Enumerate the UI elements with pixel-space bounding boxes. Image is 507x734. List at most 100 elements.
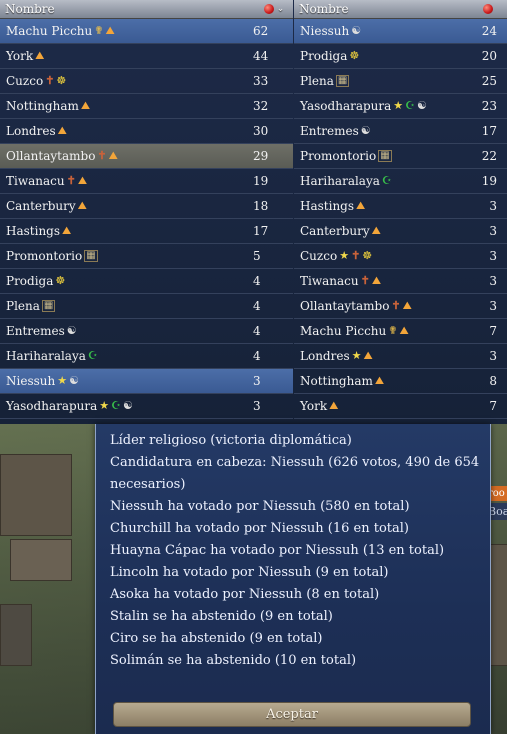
- table-row[interactable]: Yasodharapura ★ ☪ ☯ 23: [294, 94, 507, 119]
- city-name: Hastings: [300, 199, 355, 213]
- table-row[interactable]: Tiwanacu ✝ ⛰ 19: [0, 169, 293, 194]
- value-cell: 3: [253, 399, 261, 413]
- city-name-cell: Ollantaytambo ✝ ⛰: [294, 294, 469, 318]
- vote-line: Asoka ha votado por Niessuh (8 en total): [110, 587, 380, 602]
- city-name-cell: Entremes ☯: [294, 119, 469, 143]
- red-dot-icon: [263, 4, 274, 14]
- table-row[interactable]: Prodiga ☸ 4: [0, 269, 293, 294]
- city-name: Ollantaytambo: [300, 299, 390, 313]
- sort-control[interactable]: [469, 4, 507, 14]
- city-name: Ollantaytambo: [6, 149, 96, 163]
- value-cell: 3: [253, 374, 261, 388]
- value-cell: 3: [489, 249, 497, 263]
- table-row[interactable]: Hastings ⛰ 17: [0, 219, 293, 244]
- city-name: Prodiga: [300, 49, 348, 63]
- value-cell: 44: [253, 49, 269, 63]
- table-row[interactable]: Ollantaytambo ✝ ⛰ 3: [294, 294, 507, 319]
- city-name-cell: Canterbury ⛰: [294, 219, 469, 243]
- value-cell: 4: [253, 349, 261, 363]
- vote-line: Lincoln ha votado por Niessuh (9 en tota…: [110, 565, 389, 580]
- hinduism-icon: ⛰: [77, 174, 88, 187]
- table-row[interactable]: Tiwanacu ✝ ⛰ 3: [294, 269, 507, 294]
- confucianism-icon: ▦: [378, 150, 392, 162]
- table-row[interactable]: Londres ⛰ 30: [0, 119, 293, 144]
- table-row[interactable]: Promontorio ▦ 22: [294, 144, 507, 169]
- table-row[interactable]: Entremes ☯ 4: [0, 319, 293, 344]
- city-name-cell: Cuzco ✝ ☸: [0, 69, 251, 93]
- column-header-name[interactable]: Nombre: [0, 0, 255, 18]
- vote-line: Stalin se ha abstenido (9 en total): [110, 609, 333, 624]
- city-name: Cuzco: [6, 74, 44, 88]
- table-row[interactable]: Niessuh ★ ☯ 3: [0, 369, 293, 394]
- holy-city-cross-icon: ✟: [94, 24, 104, 37]
- table-row[interactable]: York ⛰ 7: [294, 394, 507, 419]
- judaism-icon: ★: [57, 374, 68, 387]
- value-cell: 5: [253, 249, 261, 263]
- value-cell: 8: [489, 374, 497, 388]
- table-row[interactable]: Yasodharapura ★ ☪ ☯ 3: [0, 394, 293, 419]
- right-table-header[interactable]: Nombre: [294, 0, 507, 19]
- city-name-cell: Nottingham ⛰: [294, 369, 469, 393]
- value-cell: 4: [253, 299, 261, 313]
- table-row[interactable]: Entremes ☯ 17: [294, 119, 507, 144]
- table-row[interactable]: Cuzco ★ ✝ ☸ 3: [294, 244, 507, 269]
- city-name: Plena: [6, 299, 40, 313]
- left-table-header[interactable]: Nombre ⌄: [0, 0, 293, 19]
- table-row[interactable]: Promontorio ▦ 5: [0, 244, 293, 269]
- taoism-icon: ☯: [360, 124, 371, 137]
- red-dot-icon: [483, 4, 493, 14]
- city-name: Hariharalaya: [6, 349, 86, 363]
- column-header-name[interactable]: Nombre: [294, 0, 469, 18]
- taoism-icon: ☯: [417, 99, 427, 112]
- table-row[interactable]: Hariharalaya ☪ 4: [0, 344, 293, 369]
- islam-icon: ☪: [381, 174, 392, 187]
- sort-control[interactable]: ⌄: [255, 0, 293, 18]
- city-name: Entremes: [300, 124, 359, 138]
- table-row[interactable]: Machu Picchu ✟ ⛰ 62: [0, 19, 293, 44]
- table-row[interactable]: Machu Picchu ✟ ⛰ 7: [294, 319, 507, 344]
- table-row[interactable]: Ollantaytambo ✝ ⛰ 29: [0, 144, 293, 169]
- table-row[interactable]: Prodiga ☸ 20: [294, 44, 507, 69]
- table-row[interactable]: Hariharalaya ☪ 19: [294, 169, 507, 194]
- value-cell: 22: [481, 149, 497, 163]
- city-name-cell: York ⛰: [0, 44, 251, 68]
- city-name: Hariharalaya: [300, 174, 380, 188]
- city-name: Tiwanacu: [300, 274, 359, 288]
- table-row[interactable]: Canterbury ⛰ 18: [0, 194, 293, 219]
- table-row[interactable]: Canterbury ⛰ 3: [294, 219, 507, 244]
- table-row[interactable]: Plena ▦ 4: [0, 294, 293, 319]
- table-row[interactable]: Hastings ⛰ 3: [294, 194, 507, 219]
- islam-icon: ☪: [87, 349, 98, 362]
- city-name: Machu Picchu: [6, 24, 93, 38]
- hinduism-icon: ⛰: [57, 124, 67, 137]
- city-name: York: [6, 49, 34, 63]
- table-row[interactable]: York ⛰ 44: [0, 44, 293, 69]
- table-row[interactable]: Plena ▦ 25: [294, 69, 507, 94]
- value-cell: 4: [253, 274, 261, 288]
- table-row[interactable]: Nottingham ⛰ 8: [294, 369, 507, 394]
- value-cell: 18: [253, 199, 269, 213]
- right-city-table: Nombre Niessuh ☯ 24 Prodiga ☸ 20 Plena ▦ 25 Yasod…: [294, 0, 507, 444]
- city-name: Prodiga: [6, 274, 54, 288]
- accept-button[interactable]: Aceptar: [113, 702, 471, 727]
- value-cell: 29: [253, 149, 269, 163]
- table-row[interactable]: Niessuh ☯ 24: [294, 19, 507, 44]
- value-cell: 17: [253, 224, 269, 238]
- city-name: Cuzco: [300, 249, 338, 263]
- table-row[interactable]: Nottingham ⛰ 32: [0, 94, 293, 119]
- christianity-icon: ✝: [66, 174, 76, 187]
- taoism-icon: ☯: [69, 374, 79, 387]
- city-name: York: [300, 399, 328, 413]
- holy-city-star-icon: ★: [339, 249, 350, 262]
- table-row[interactable]: Londres ★ ⛰ 3: [294, 344, 507, 369]
- city-name-cell: Prodiga ☸: [294, 44, 469, 68]
- city-name: Niessuh: [6, 374, 56, 388]
- islam-icon: ☪: [111, 399, 122, 412]
- city-name-cell: Canterbury ⛰: [0, 194, 251, 218]
- city-name-cell: Londres ⛰: [0, 119, 251, 143]
- value-cell: 3: [489, 224, 497, 238]
- hinduism-icon: ⛰: [371, 274, 382, 287]
- table-row[interactable]: Cuzco ✝ ☸ 33: [0, 69, 293, 94]
- city-name-cell: Cuzco ★ ✝ ☸: [294, 244, 469, 268]
- city-tables: Nombre ⌄ Machu Picchu ✟ ⛰ 62 York ⛰ 44 Cuzco ✝ ☸ 3…: [0, 0, 507, 444]
